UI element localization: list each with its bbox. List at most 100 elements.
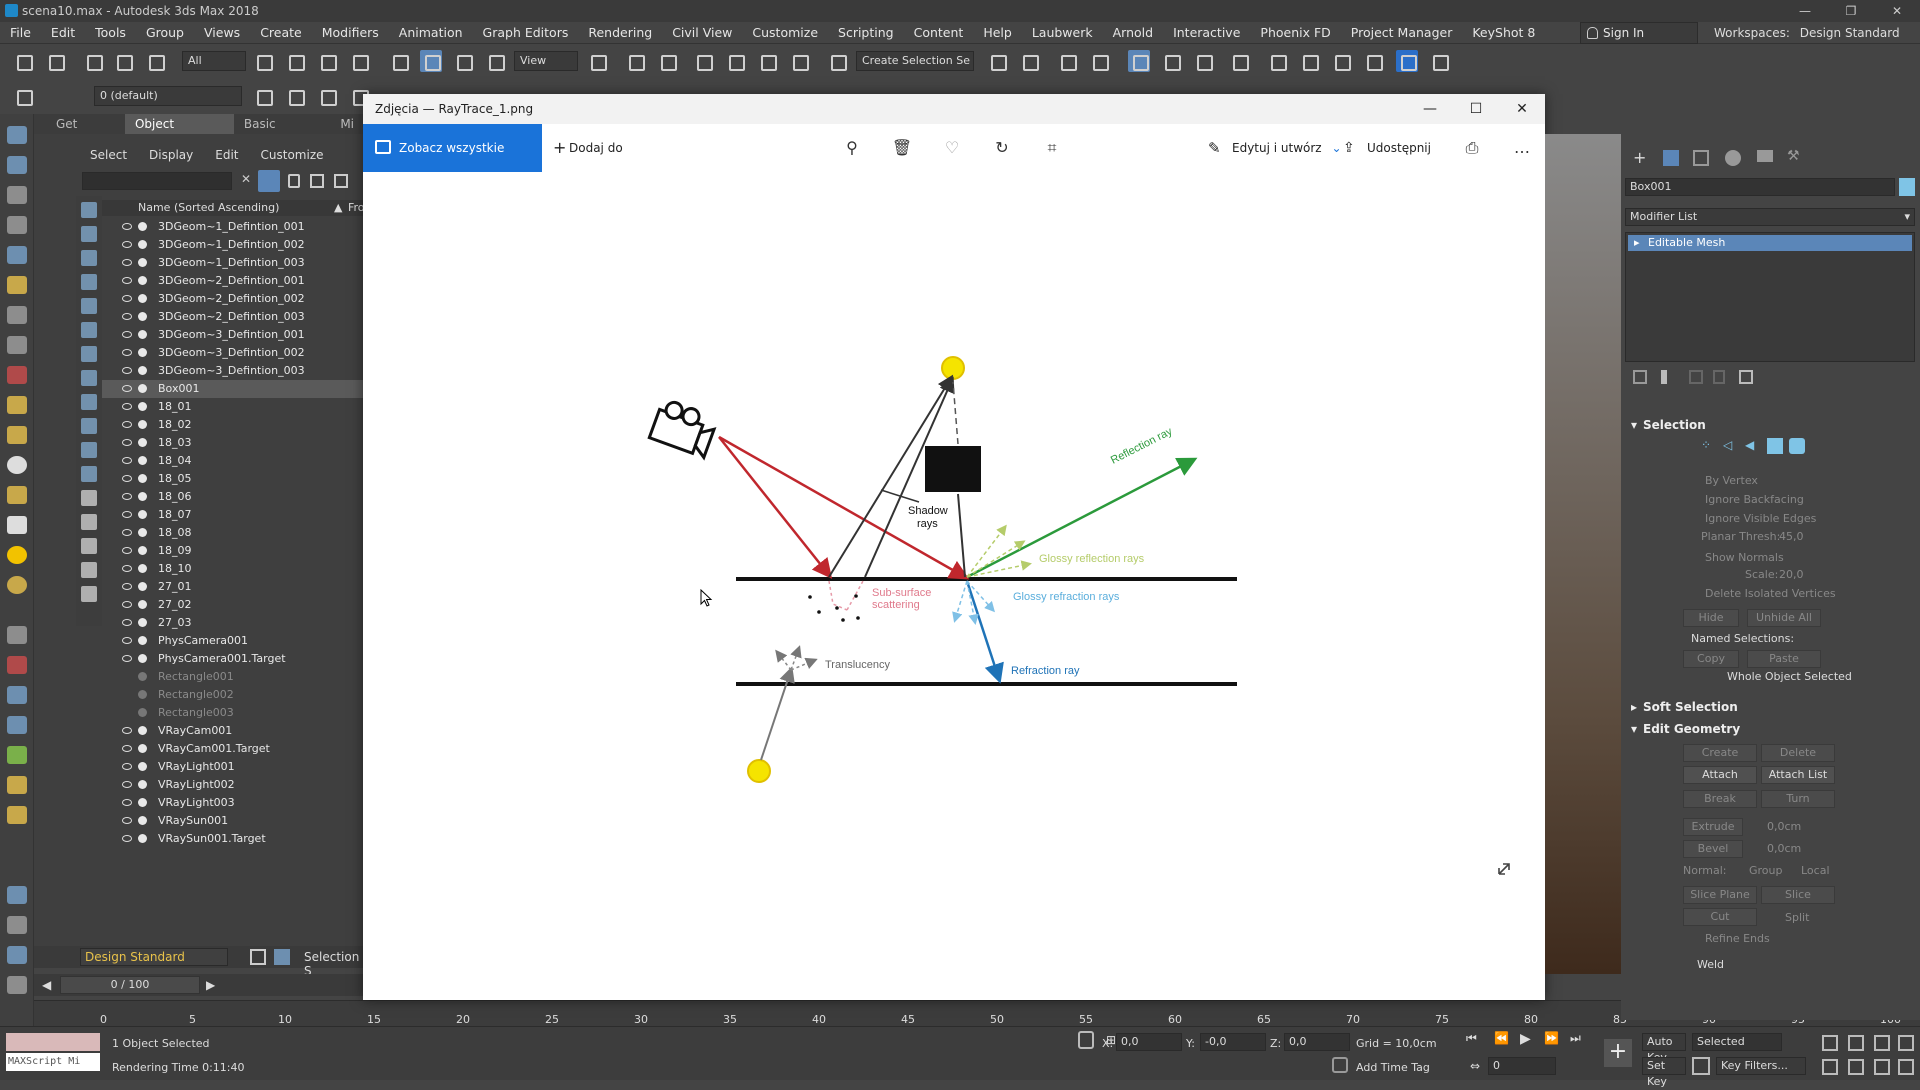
visibility-eye-icon[interactable] — [122, 331, 132, 338]
x-coord-field[interactable]: 0,0 — [1116, 1033, 1182, 1051]
menu-modifiers[interactable]: Modifiers — [312, 22, 389, 44]
explorer-row[interactable]: 18_06 — [102, 488, 364, 506]
time-slider[interactable]: 0 / 100 — [60, 976, 200, 994]
explorer-row[interactable]: 27_02 — [102, 596, 364, 614]
explorer-row[interactable]: VRayCam001 — [102, 722, 364, 740]
group-radio[interactable]: Group — [1749, 864, 1783, 877]
visibility-eye-icon[interactable] — [122, 511, 132, 518]
render-icon[interactable] — [7, 916, 27, 934]
region-zoom-icon[interactable] — [1898, 1059, 1914, 1075]
delete-isolated-vertices-checkbox[interactable]: Delete Isolated Vertices — [1705, 587, 1836, 600]
explorer-row[interactable]: VRayCam001.Target — [102, 740, 364, 758]
explorer-row[interactable]: 3DGeom~1_Defintion_001 — [102, 218, 364, 236]
tree-icon[interactable] — [7, 746, 27, 764]
tab-get-started[interactable]: Get Started — [46, 114, 125, 151]
link-icon[interactable] — [82, 50, 104, 72]
face-level-icon[interactable]: ◀ — [1745, 438, 1761, 454]
unhide-all-button[interactable]: Unhide All — [1747, 609, 1821, 627]
pan-icon[interactable] — [1848, 1059, 1864, 1075]
terrain-icon[interactable] — [7, 686, 27, 704]
create-geometry-icon[interactable] — [7, 126, 27, 144]
named-selection-combo[interactable]: Create Selection Se — [856, 51, 974, 71]
scale-icon[interactable] — [452, 50, 474, 72]
render-production-icon[interactable] — [1330, 50, 1352, 72]
time-tag-icon[interactable] — [1332, 1057, 1348, 1073]
display-hidden-icon[interactable] — [81, 466, 97, 482]
visibility-eye-icon[interactable] — [122, 817, 132, 824]
explorer-row[interactable]: 18_08 — [102, 524, 364, 542]
explorer-row[interactable]: VRayLight003 — [102, 794, 364, 812]
set-key-plus-icon[interactable]: + — [1604, 1039, 1632, 1067]
configure-modifier-sets-icon[interactable] — [1739, 370, 1753, 384]
visibility-eye-icon[interactable] — [122, 439, 132, 446]
slice-plane-button[interactable]: Slice Plane — [1683, 886, 1757, 904]
break-button[interactable]: Break — [1683, 790, 1757, 808]
prev-frame-icon[interactable]: ◀ — [42, 978, 51, 992]
hierarchy-tab-icon[interactable] — [1693, 150, 1709, 166]
attach-button[interactable]: Attach — [1683, 766, 1757, 784]
explorer-row[interactable]: 18_10 — [102, 560, 364, 578]
hide-button[interactable]: Hide — [1683, 609, 1739, 627]
auto-key-button[interactable]: Auto Key — [1642, 1033, 1686, 1064]
visibility-eye-icon[interactable] — [122, 457, 132, 464]
reference-coord-combo[interactable]: View — [514, 51, 578, 71]
explorer-row[interactable]: Box001 — [102, 380, 364, 398]
filter-funnel-icon[interactable] — [81, 586, 97, 602]
visibility-eye-icon[interactable] — [122, 367, 132, 374]
display-groups-icon[interactable] — [81, 346, 97, 362]
move-icon[interactable] — [388, 50, 410, 72]
systems-icon[interactable] — [7, 306, 27, 324]
vertex-level-icon[interactable]: ⁘ — [1701, 438, 1717, 454]
filter-icon[interactable] — [258, 170, 280, 192]
maximize-button[interactable]: ❐ — [1828, 0, 1874, 22]
tab-object-inspection[interactable]: Object Inspection — [124, 114, 234, 151]
mirror-icon[interactable] — [986, 50, 1008, 72]
unlink-icon[interactable] — [112, 50, 134, 72]
close-button[interactable]: ✕ — [1874, 0, 1920, 22]
turn-button[interactable]: Turn — [1761, 790, 1835, 808]
zoom-viewport-icon[interactable] — [1822, 1035, 1838, 1051]
layer-view-icon[interactable] — [334, 174, 348, 188]
split-checkbox[interactable]: Split — [1785, 911, 1809, 924]
visibility-eye-icon[interactable] — [122, 763, 132, 770]
display-spacewarps-icon[interactable] — [81, 322, 97, 338]
sphere-icon[interactable] — [7, 456, 27, 474]
snaps-toggle-icon[interactable] — [692, 50, 714, 72]
by-vertex-checkbox[interactable]: By Vertex — [1705, 474, 1758, 487]
bevel-button[interactable]: Bevel — [1683, 840, 1743, 858]
key-filter-selected-dropdown[interactable]: Selected — [1692, 1033, 1782, 1051]
object-color-swatch[interactable] — [1899, 178, 1915, 196]
visibility-eye-icon[interactable] — [122, 601, 132, 608]
workspace-selector[interactable]: Workspaces: Design Standard — [1714, 22, 1920, 44]
rect-selection-icon[interactable] — [316, 50, 338, 72]
clear-search-icon[interactable]: ✕ — [238, 172, 254, 190]
create-lights-icon[interactable] — [7, 186, 27, 204]
key-filters-icon[interactable] — [1692, 1057, 1710, 1075]
undo-icon[interactable] — [12, 50, 34, 72]
explorer-row[interactable]: Rectangle001 — [102, 668, 364, 686]
cut-button[interactable]: Cut — [1683, 908, 1757, 926]
create-layer-icon[interactable] — [252, 85, 274, 107]
show-normals-checkbox[interactable]: Show Normals — [1705, 551, 1784, 564]
bevel-amount-spinner[interactable]: 0,0cm — [1767, 842, 1801, 855]
stack-item-editable-mesh[interactable]: ▸ Editable Mesh — [1628, 235, 1912, 251]
y-coord-field[interactable]: -0,0 — [1200, 1033, 1266, 1051]
ignore-backfacing-checkbox[interactable]: Ignore Backfacing — [1705, 493, 1804, 506]
lightbulb-icon[interactable] — [7, 276, 27, 294]
layers-icon[interactable] — [12, 85, 34, 107]
extrude-button[interactable]: Extrude — [1683, 818, 1743, 836]
pivot-icon[interactable] — [586, 50, 608, 72]
zoom-all-icon[interactable] — [1848, 1035, 1864, 1051]
cone-icon[interactable] — [7, 516, 27, 534]
show-end-result-icon[interactable] — [1661, 370, 1667, 384]
manipulate-icon[interactable] — [624, 50, 646, 72]
tab-more[interactable]: Mi — [330, 114, 364, 134]
viewport-icon[interactable] — [7, 886, 27, 904]
delete-icon[interactable]: 🗑 — [891, 137, 913, 159]
display-tab-icon[interactable] — [1757, 150, 1773, 162]
photos-minimize-button[interactable]: — — [1407, 94, 1453, 124]
visibility-eye-icon[interactable] — [122, 619, 132, 626]
visibility-eye-icon[interactable] — [122, 781, 132, 788]
scatter-icon[interactable] — [7, 776, 27, 794]
play-icon[interactable]: ▶ — [1520, 1031, 1531, 1047]
